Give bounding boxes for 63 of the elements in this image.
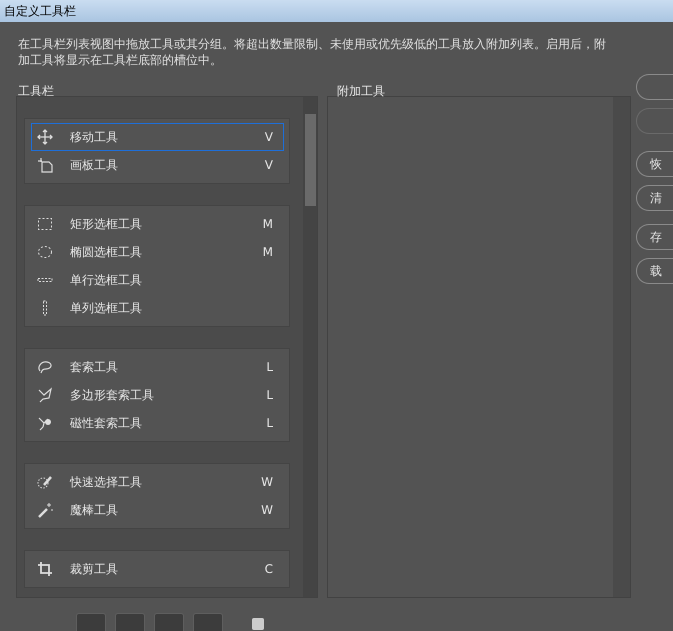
- tool-item[interactable]: 单行选框工具: [31, 266, 284, 294]
- move-tool-icon: [37, 129, 53, 145]
- tool-name: 多边形套索工具: [70, 386, 155, 404]
- tool-name: 套索工具: [70, 358, 119, 376]
- dialog-button[interactable]: 清: [636, 185, 673, 211]
- tool-item[interactable]: 多边形套索工具 L: [31, 381, 284, 409]
- lasso-tool-icon: [37, 359, 53, 375]
- checkbox[interactable]: [252, 618, 264, 630]
- tool-name: 移动工具: [70, 128, 119, 146]
- tool-name: 磁性套索工具: [70, 414, 143, 432]
- instruction-text: 在工具栏列表视图中拖放工具或其分组。将超出数量限制、未使用或优先级低的工具放入附加列表。启用后，附加工具将显示在工具栏底部的槽位中。: [18, 36, 607, 68]
- tool-name: 画板工具: [70, 156, 119, 174]
- tool-group[interactable]: 裁剪工具 C: [24, 550, 290, 588]
- display-option-button[interactable]: [115, 613, 145, 631]
- tool-name: 裁剪工具: [70, 560, 119, 578]
- tool-shortcut: L: [266, 360, 273, 374]
- rect-tool-icon: [37, 216, 53, 232]
- display-option-button[interactable]: [193, 613, 223, 631]
- maglasso-tool-icon: [37, 415, 53, 431]
- wand-tool-icon: [37, 502, 53, 518]
- tool-item[interactable]: 裁剪工具 C: [31, 555, 284, 583]
- tool-name: 快速选择工具: [70, 474, 143, 490]
- tool-group[interactable]: 矩形选框工具 M 椭圆选框工具 M 单行选框工具 单列选框工具: [24, 205, 290, 327]
- dialog-button[interactable]: 恢: [636, 151, 673, 177]
- tool-shortcut: W: [261, 503, 273, 517]
- tool-name: 魔棒工具: [70, 502, 119, 518]
- tool-item[interactable]: 磁性套索工具 L: [31, 409, 284, 437]
- tool-shortcut: M: [262, 245, 273, 259]
- dialog-button[interactable]: 存: [636, 224, 673, 250]
- tool-name: 单列选框工具: [70, 300, 143, 316]
- tool-shortcut: M: [262, 217, 273, 231]
- tool-shortcut: L: [266, 388, 273, 402]
- tool-shortcut: V: [264, 158, 273, 172]
- tool-group[interactable]: 快速选择工具 W 魔棒工具 W: [24, 463, 290, 529]
- toolbar-label: 工具栏: [18, 84, 54, 98]
- artboard-tool-icon: [37, 157, 53, 173]
- scrollbar-thumb[interactable]: [305, 114, 316, 206]
- display-option-button[interactable]: [154, 613, 184, 631]
- tool-shortcut: C: [264, 562, 273, 576]
- tool-group[interactable]: 移动工具 V 画板工具 V: [24, 118, 290, 184]
- tool-name: 椭圆选框工具: [70, 244, 143, 260]
- tool-item[interactable]: 椭圆选框工具 M: [31, 238, 284, 266]
- display-option-button[interactable]: [76, 613, 106, 631]
- tool-item[interactable]: 快速选择工具 W: [31, 468, 284, 496]
- tool-name: 单行选框工具: [70, 272, 143, 288]
- extra-tools-label: 附加工具: [337, 84, 385, 98]
- tool-item[interactable]: 魔棒工具 W: [31, 496, 284, 524]
- window-title: 自定义工具栏: [0, 0, 673, 22]
- tool-item[interactable]: 单列选框工具: [31, 294, 284, 322]
- polylasso-tool-icon: [37, 387, 53, 403]
- tool-shortcut: V: [264, 130, 273, 144]
- tool-shortcut: W: [261, 475, 273, 489]
- tool-name: 矩形选框工具: [70, 216, 143, 232]
- tool-item[interactable]: 画板工具 V: [31, 151, 284, 179]
- tool-item[interactable]: 移动工具 V: [31, 123, 284, 151]
- scrollbar[interactable]: [303, 97, 317, 597]
- tool-shortcut: L: [266, 416, 273, 430]
- tool-group[interactable]: 套索工具 L 多边形套索工具 L 磁性套索工具 L: [24, 348, 290, 442]
- dialog-button[interactable]: 载: [636, 258, 673, 284]
- ellipse-tool-icon: [37, 244, 53, 260]
- tool-item[interactable]: 矩形选框工具 M: [31, 210, 284, 238]
- tool-item[interactable]: 套索工具 L: [31, 353, 284, 381]
- crop-tool-icon: [37, 561, 53, 577]
